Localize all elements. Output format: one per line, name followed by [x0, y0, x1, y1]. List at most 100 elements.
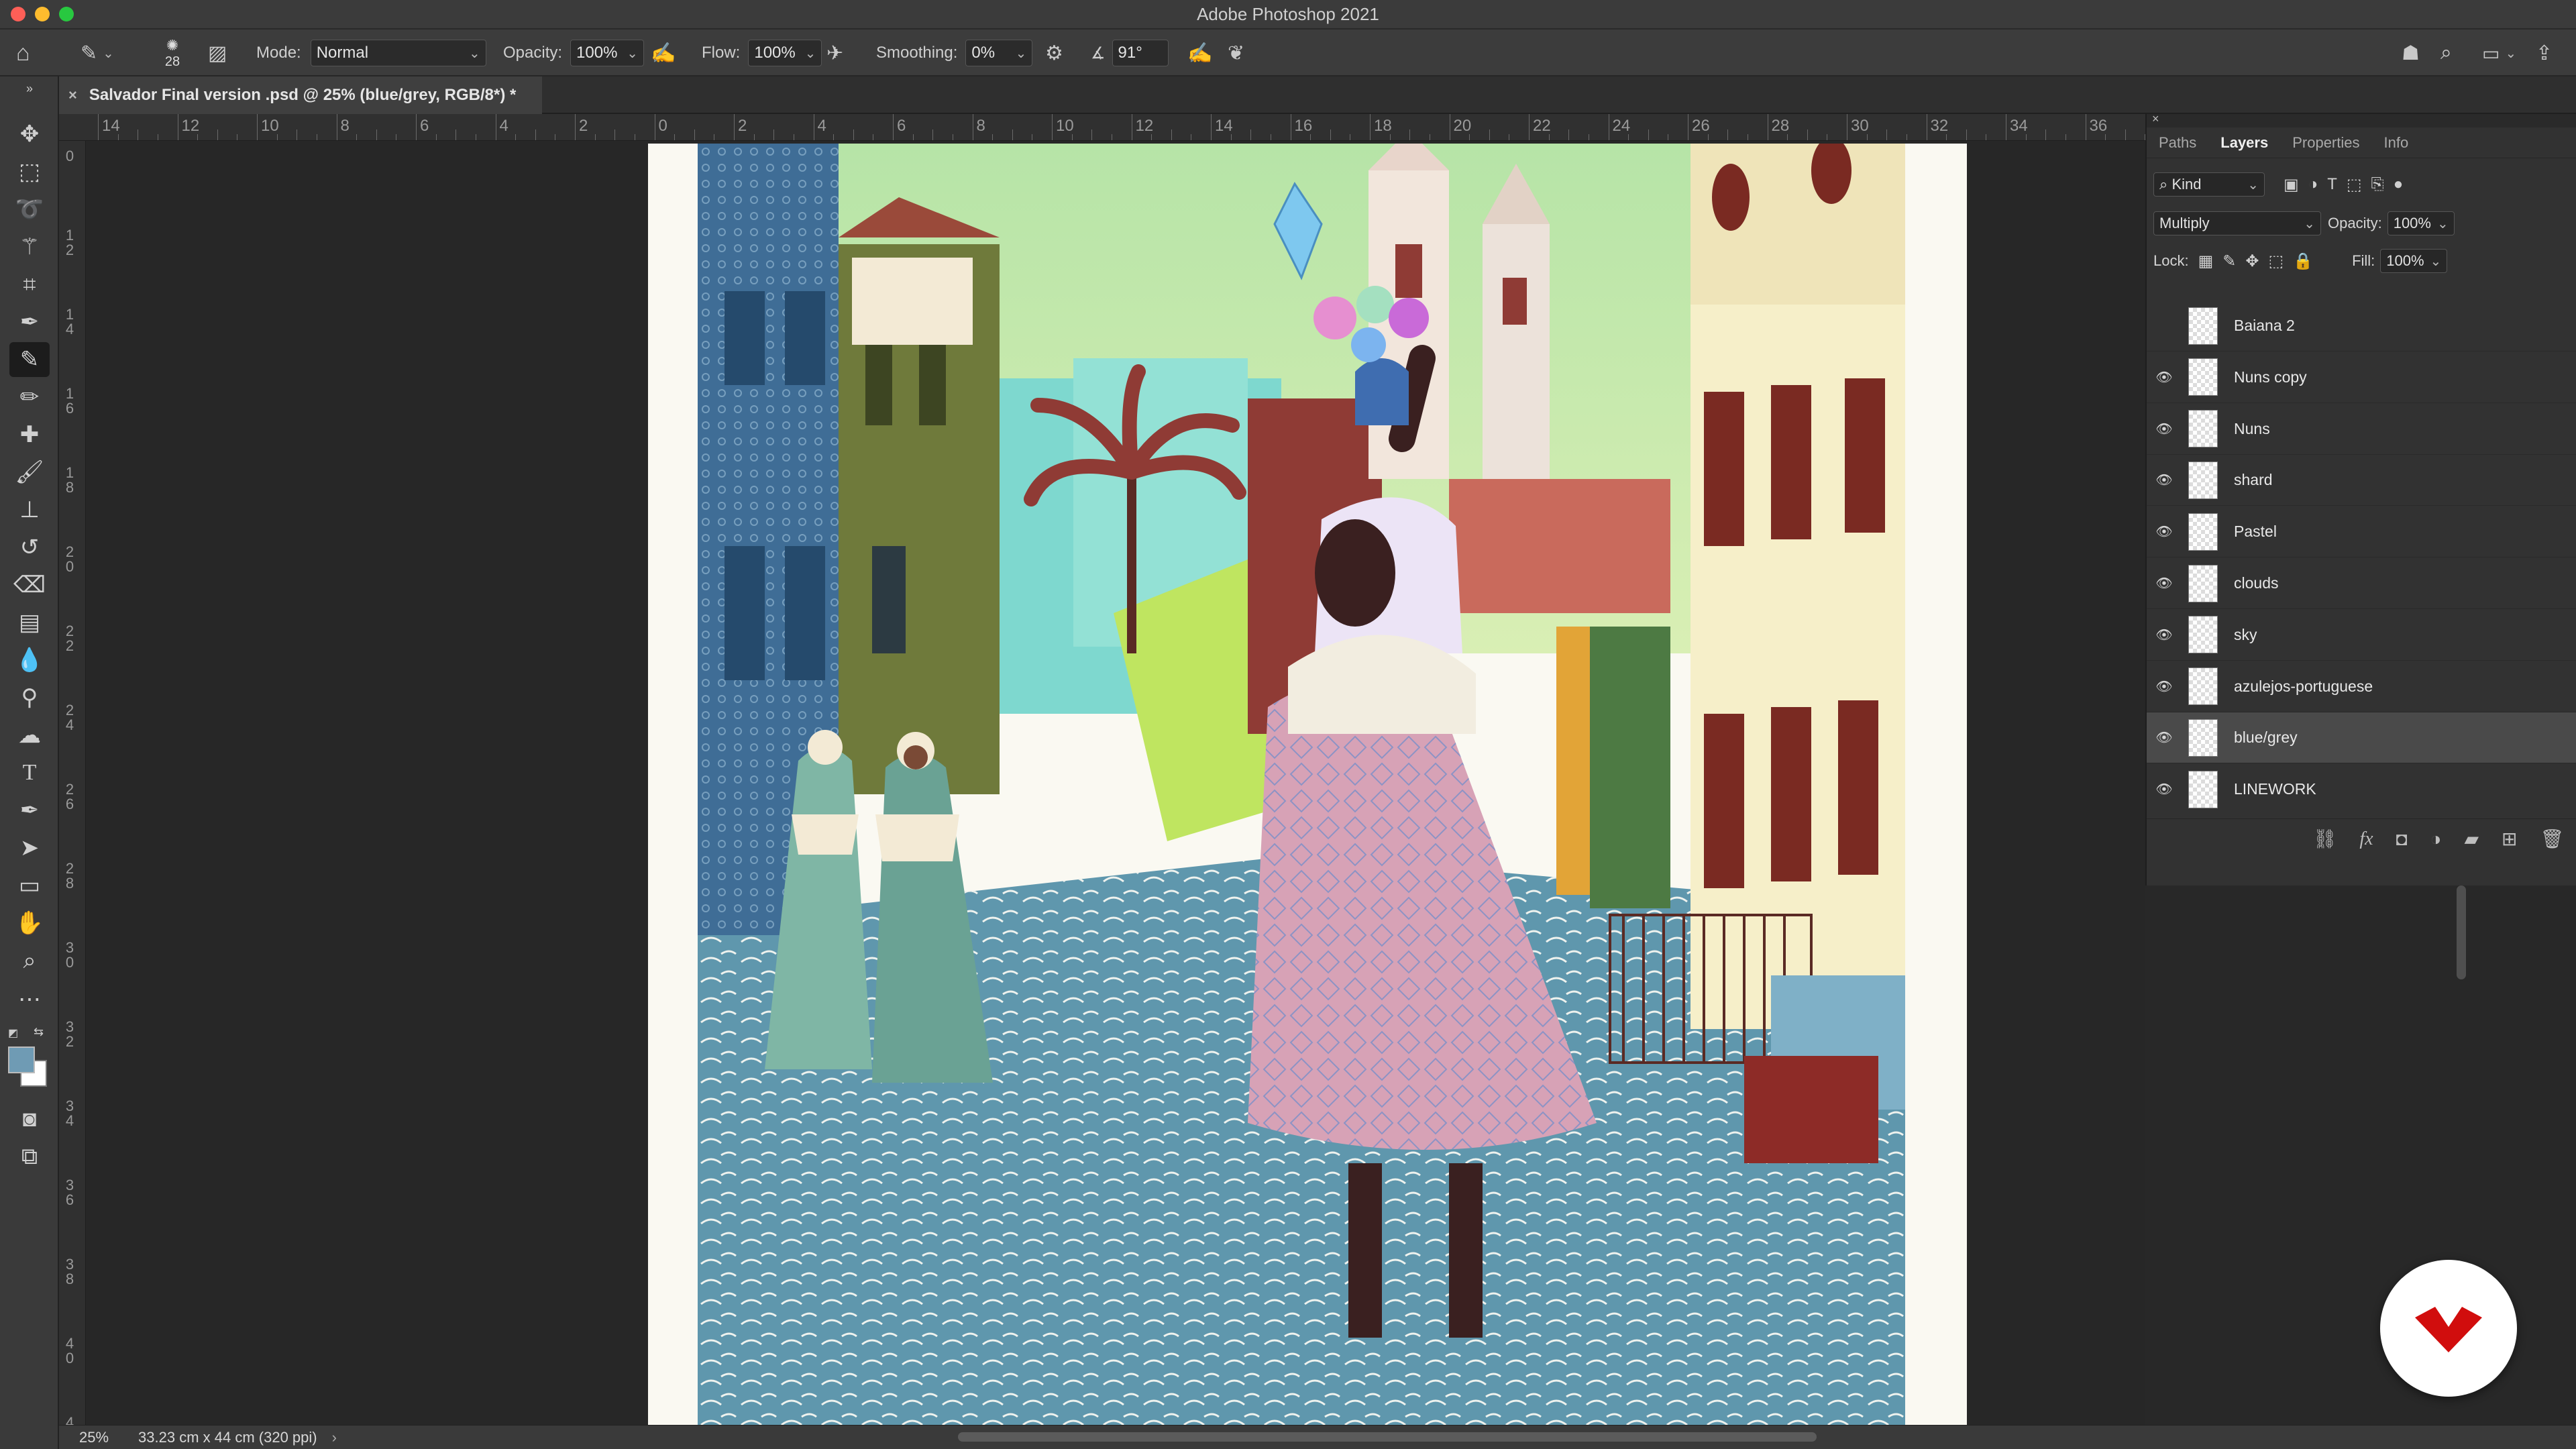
gradient-tool-icon[interactable]: ▤: [9, 605, 50, 640]
layer-row[interactable]: 👁 sky: [2147, 610, 2576, 661]
filter-adjustment-icon[interactable]: ◑: [2308, 175, 2318, 194]
layer-thumbnail[interactable]: [2188, 770, 2218, 808]
visibility-eye-icon[interactable]: 👁: [2147, 421, 2182, 437]
blur-tool-icon[interactable]: 💧: [9, 643, 50, 678]
learn-icon[interactable]: ☗: [2402, 30, 2435, 76]
close-panel-icon[interactable]: ×: [2152, 112, 2159, 126]
visibility-eye-icon[interactable]: 👁: [2147, 575, 2182, 592]
default-colors-icon[interactable]: ◩: [8, 1026, 21, 1040]
brush-settings-icon[interactable]: ▨: [208, 30, 239, 76]
canvas-vertical-scrollbar[interactable]: [2457, 885, 2466, 979]
layer-name[interactable]: Baiana 2: [2234, 317, 2295, 335]
more-tools-icon[interactable]: ⋯: [9, 982, 50, 1017]
layer-thumbnail[interactable]: [2188, 616, 2218, 654]
quick-mask-icon[interactable]: ◙: [9, 1102, 50, 1136]
search-icon[interactable]: ⌕: [2440, 30, 2474, 76]
opacity-field[interactable]: 100% ⌄: [570, 40, 645, 66]
move-tool-icon[interactable]: ✥: [9, 117, 50, 152]
gear-icon[interactable]: ⚙: [1045, 30, 1079, 76]
filter-smart-object-icon[interactable]: ⎘: [2371, 175, 2384, 194]
zoom-level[interactable]: 25%: [79, 1429, 109, 1446]
visibility-eye-icon[interactable]: 👁: [2147, 729, 2182, 746]
angle-field[interactable]: 91°: [1112, 40, 1169, 66]
filter-shape-icon[interactable]: ⬚: [2347, 175, 2362, 195]
hand-tool-icon[interactable]: ✋: [9, 906, 50, 941]
layer-name[interactable]: sky: [2234, 626, 2257, 644]
visibility-eye-icon[interactable]: 👁: [2147, 472, 2182, 488]
smoothing-field[interactable]: 0% ⌄: [965, 40, 1033, 66]
filter-type-icon[interactable]: T: [2327, 175, 2337, 194]
airbrush-icon[interactable]: ✈: [826, 30, 860, 76]
brush-preset-icon[interactable]: ✎ ⌄: [80, 30, 118, 76]
lock-artboard-icon[interactable]: ⬚: [2269, 252, 2284, 271]
pencil-tool-icon[interactable]: ✏: [9, 380, 50, 415]
layer-name[interactable]: LINEWORK: [2234, 780, 2316, 798]
eyedropper-tool-icon[interactable]: ✒: [9, 305, 50, 339]
healing-brush-tool-icon[interactable]: ✚: [9, 417, 50, 452]
visibility-eye-icon[interactable]: 👁: [2147, 781, 2182, 798]
lasso-tool-icon[interactable]: ➰: [9, 192, 50, 227]
trash-icon[interactable]: 🗑: [2540, 828, 2564, 850]
link-layers-icon[interactable]: ⛓: [2313, 828, 2337, 850]
mixer-brush-tool-icon[interactable]: 🖌: [9, 455, 50, 490]
close-tab-icon[interactable]: ×: [68, 87, 77, 104]
layer-row[interactable]: Baiana 2: [2147, 301, 2576, 352]
filter-pixel-icon[interactable]: ▣: [2284, 175, 2299, 195]
layer-row[interactable]: 👁 blue/grey: [2147, 712, 2576, 764]
new-layer-icon[interactable]: ⊞: [2502, 828, 2517, 850]
mode-select[interactable]: Normal ⌄: [310, 40, 486, 66]
fx-icon[interactable]: fx: [2359, 828, 2373, 850]
sponge-tool-icon[interactable]: ☁: [9, 718, 50, 753]
rectangle-tool-icon[interactable]: ▭: [9, 868, 50, 903]
visibility-eye-icon[interactable]: 👁: [2147, 369, 2182, 386]
tab-info[interactable]: Info: [2372, 127, 2421, 158]
layer-filter-select[interactable]: ⌕ Kind ⌄: [2153, 172, 2265, 197]
chevron-right-icon[interactable]: ›: [332, 1429, 337, 1446]
eraser-tool-icon[interactable]: ⌫: [9, 568, 50, 602]
document-canvas[interactable]: [648, 144, 1967, 1425]
pen-tool-icon[interactable]: ✒: [9, 793, 50, 828]
add-mask-icon[interactable]: ◘: [2396, 828, 2408, 850]
pressure-opacity-icon[interactable]: ✍: [651, 30, 684, 76]
canvas-area[interactable]: [86, 141, 2145, 1425]
adjustment-layer-icon[interactable]: ◑: [2430, 828, 2442, 850]
visibility-eye-icon[interactable]: 👁: [2147, 627, 2182, 643]
filter-toggle-icon[interactable]: ●: [2394, 175, 2404, 194]
share-icon[interactable]: ⇪: [2536, 30, 2569, 76]
fill-field[interactable]: 100% ⌄: [2380, 249, 2448, 273]
new-group-icon[interactable]: ▰: [2464, 828, 2479, 850]
canvas-horizontal-scrollbar[interactable]: [958, 1432, 1817, 1442]
layer-thumbnail[interactable]: [2188, 513, 2218, 551]
layer-thumbnail[interactable]: [2188, 461, 2218, 499]
layer-row[interactable]: 👁 Nuns: [2147, 404, 2576, 455]
layer-name[interactable]: azulejos-portuguese: [2234, 678, 2373, 696]
lock-position-icon[interactable]: ✥: [2245, 252, 2259, 271]
home-icon[interactable]: ⌂: [16, 30, 51, 76]
marquee-tool-icon[interactable]: ⬚: [9, 154, 50, 189]
crop-tool-icon[interactable]: ⌗: [9, 267, 50, 302]
layer-thumbnail[interactable]: [2188, 410, 2218, 448]
workspace-icon[interactable]: ▭ ⌄: [2482, 30, 2529, 76]
lock-all-icon[interactable]: 🔒: [2293, 252, 2313, 271]
magic-wand-tool-icon[interactable]: ⚚: [9, 229, 50, 264]
tab-paths[interactable]: Paths: [2147, 127, 2208, 158]
brush-size-picker[interactable]: ✺ 28: [149, 30, 196, 76]
symmetry-icon[interactable]: ❦: [1228, 30, 1261, 76]
layer-thumbnail[interactable]: [2188, 667, 2218, 706]
tab-properties[interactable]: Properties: [2280, 127, 2371, 158]
pressure-size-icon[interactable]: ✍: [1187, 30, 1221, 76]
layer-row[interactable]: 👁 azulejos-portuguese: [2147, 661, 2576, 712]
layer-row[interactable]: 👁 Nuns copy: [2147, 352, 2576, 403]
layer-name[interactable]: shard: [2234, 471, 2273, 489]
type-tool-icon[interactable]: T: [9, 755, 50, 790]
blend-mode-select[interactable]: Multiply ⌄: [2153, 211, 2321, 235]
swap-colors-icon[interactable]: ⇆: [34, 1025, 44, 1039]
history-brush-tool-icon[interactable]: ↺: [9, 530, 50, 565]
document-tab[interactable]: × Salvador Final version .psd @ 25% (blu…: [59, 76, 542, 114]
visibility-eye-icon[interactable]: 👁: [2147, 678, 2182, 695]
lock-image-icon[interactable]: ✎: [2222, 252, 2236, 271]
layer-name[interactable]: Nuns copy: [2234, 368, 2307, 386]
layer-name[interactable]: blue/grey: [2234, 729, 2298, 747]
layer-opacity-field[interactable]: 100% ⌄: [2387, 211, 2455, 235]
brush-tool-icon[interactable]: ✎: [9, 342, 50, 377]
